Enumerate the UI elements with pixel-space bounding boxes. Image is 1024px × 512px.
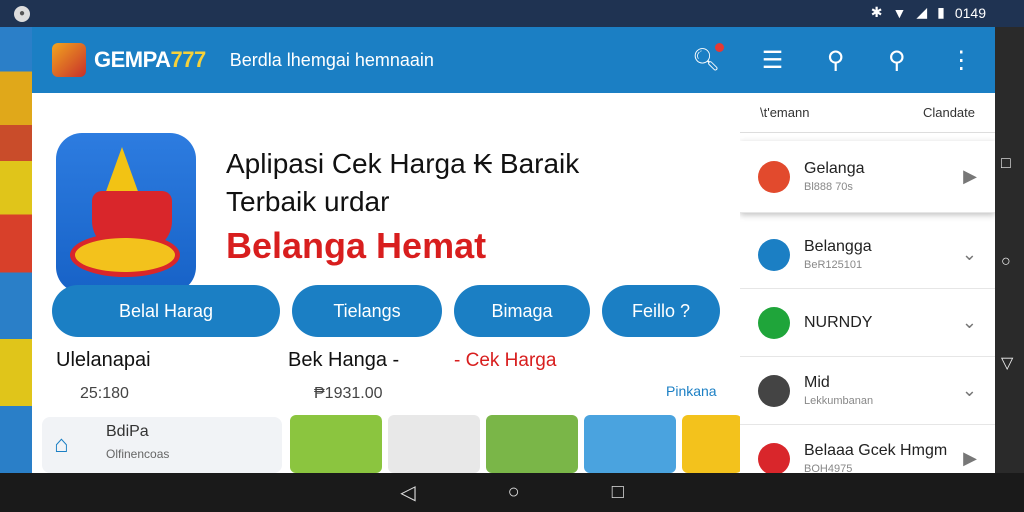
chevron-down-icon: ⌄ <box>961 244 977 264</box>
item-title: Belaaa Gcek Hmgm <box>804 442 948 459</box>
action-pills: Belal Harag Tielangs Bimaga Feillo ? <box>52 285 720 337</box>
item-sub: Bl888 70s <box>804 181 853 193</box>
main-app: GEMPA777 Berdla lhemgai hemnaain 🔍︎ Apli… <box>32 27 740 473</box>
item-title: Belangga <box>804 238 872 255</box>
pill-button-4[interactable]: Feillo ? <box>602 285 720 337</box>
search-icon[interactable]: ⚲ <box>827 46 845 75</box>
list-item[interactable]: NURNDY ⌄ <box>740 289 995 357</box>
side-panel: ☰ ⚲ ⚲ ⋮ \t'emann Clandate Gelanga Bl888 7… <box>740 27 995 473</box>
triangle-icon[interactable]: ▽ <box>1001 353 1013 373</box>
thumbnails <box>290 415 740 473</box>
notification-icon: ● <box>14 6 30 22</box>
section-mid-title: Bek Hanga - <box>288 349 400 371</box>
brand-suffix: 777 <box>170 47 207 72</box>
app-bar: GEMPA777 Berdla lhemgai hemnaain 🔍︎ <box>32 27 740 93</box>
logo-icon <box>52 43 86 77</box>
item-title: Gelanga <box>804 160 865 177</box>
home-button-icon[interactable]: ○ <box>508 481 520 504</box>
edge-bar: □ ○ ▽ <box>995 27 1024 473</box>
thumbnail-4[interactable] <box>584 415 676 473</box>
pill-button-2[interactable]: Tielangs <box>292 285 442 337</box>
tagline: Berdla lhemgai hemnaain <box>229 49 434 70</box>
hero-headline: Belanga Hemat <box>226 225 487 266</box>
recents-icon[interactable]: □ <box>612 481 624 504</box>
item-sub: BOH4975 <box>804 463 853 473</box>
section-link[interactable]: Pinkana <box>666 383 717 399</box>
panel-header: \t'emann Clandate <box>740 93 995 133</box>
bottom-card[interactable]: ⌂ BdiPa Olfinencoas <box>42 417 282 473</box>
item-sub: Lekkumbanan <box>804 395 874 407</box>
app-icon[interactable] <box>56 133 196 293</box>
hero-line-1: Aplipasi Cek Harga ₭ Baraik <box>226 148 580 179</box>
hero-line-2: Terbaik urdar <box>226 186 390 217</box>
section-mid-value: ₱1931.00 <box>314 385 383 402</box>
item-icon <box>758 442 790 473</box>
list-item[interactable]: Mid Lekkumbanan ⌄ <box>740 357 995 425</box>
list-item[interactable]: Belangga BeR125101 ⌄ <box>740 221 995 289</box>
search-icon-2[interactable]: ⚲ <box>888 46 906 75</box>
item-icon <box>758 374 790 407</box>
signal-icon: ◢ <box>916 4 928 20</box>
notification-badge <box>715 43 724 52</box>
more-icon[interactable]: ⋮ <box>949 46 973 75</box>
search-button[interactable]: 🔍︎ <box>692 43 724 73</box>
chevron-down-icon: ⌄ <box>961 380 977 400</box>
status-bar: ● ✱ ▼ ◢ ▮ 0149 <box>0 0 1024 27</box>
pill-button-3[interactable]: Bimaga <box>454 285 590 337</box>
background-stripe <box>0 27 32 473</box>
chevron-right-icon: ▶ <box>963 166 977 186</box>
home-icon: ⌂ <box>54 431 69 458</box>
thumbnail-5[interactable] <box>682 415 740 473</box>
clock: 0149 <box>954 4 986 21</box>
item-title: NURNDY <box>804 313 873 331</box>
list-item[interactable]: Gelanga Bl888 70s ▶ <box>740 141 995 213</box>
panel-header-right: Clandate <box>922 105 975 120</box>
menu-icon[interactable]: ☰ <box>762 46 784 75</box>
bluetooth-icon: ✱ <box>870 4 883 20</box>
item-title: Mid <box>804 374 830 391</box>
bottom-card-sub: Olfinencoas <box>106 447 170 461</box>
brand: GEMPA777 <box>94 47 206 73</box>
section-left-title: Ulelanapai <box>56 349 151 371</box>
chevron-right-icon: ▶ <box>963 448 977 468</box>
list-item[interactable]: Belaaa Gcek Hmgm BOH4975 ▶ <box>740 425 995 473</box>
bottom-card-title: BdiPa <box>106 423 149 440</box>
thumbnail-2[interactable] <box>388 415 480 473</box>
item-icon <box>758 306 790 339</box>
section-left-value: 25:180 <box>80 385 129 402</box>
swoosh-icon <box>70 233 180 277</box>
section-mid-red[interactable]: - Cek Harga <box>454 350 556 372</box>
wifi-icon: ▼ <box>892 4 907 21</box>
thumbnail-3[interactable] <box>486 415 578 473</box>
battery-icon: ▮ <box>937 4 945 20</box>
item-icon <box>758 238 790 271</box>
pill-button-1[interactable]: Belal Harag <box>52 285 280 337</box>
square-icon[interactable]: □ <box>1001 155 1011 173</box>
hero-section: Aplipasi Cek Harga ₭ Baraik Terbaik urda… <box>32 93 740 293</box>
panel-toolbar: ☰ ⚲ ⚲ ⋮ <box>740 27 995 93</box>
thumbnail-1[interactable] <box>290 415 382 473</box>
item-sub: BeR125101 <box>804 259 863 271</box>
party-hat-icon <box>104 147 140 197</box>
chevron-down-icon: ⌄ <box>961 312 977 332</box>
item-icon <box>758 160 790 193</box>
circle-icon[interactable]: ○ <box>1001 253 1011 271</box>
panel-header-left: \t'emann <box>760 105 810 120</box>
nav-bar: ◁ ○ □ <box>0 473 1024 512</box>
back-icon[interactable]: ◁ <box>400 480 415 505</box>
brand-prefix: GEMPA <box>94 47 171 72</box>
hero-text: Aplipasi Cek Harga ₭ Baraik Terbaik urda… <box>226 145 579 271</box>
